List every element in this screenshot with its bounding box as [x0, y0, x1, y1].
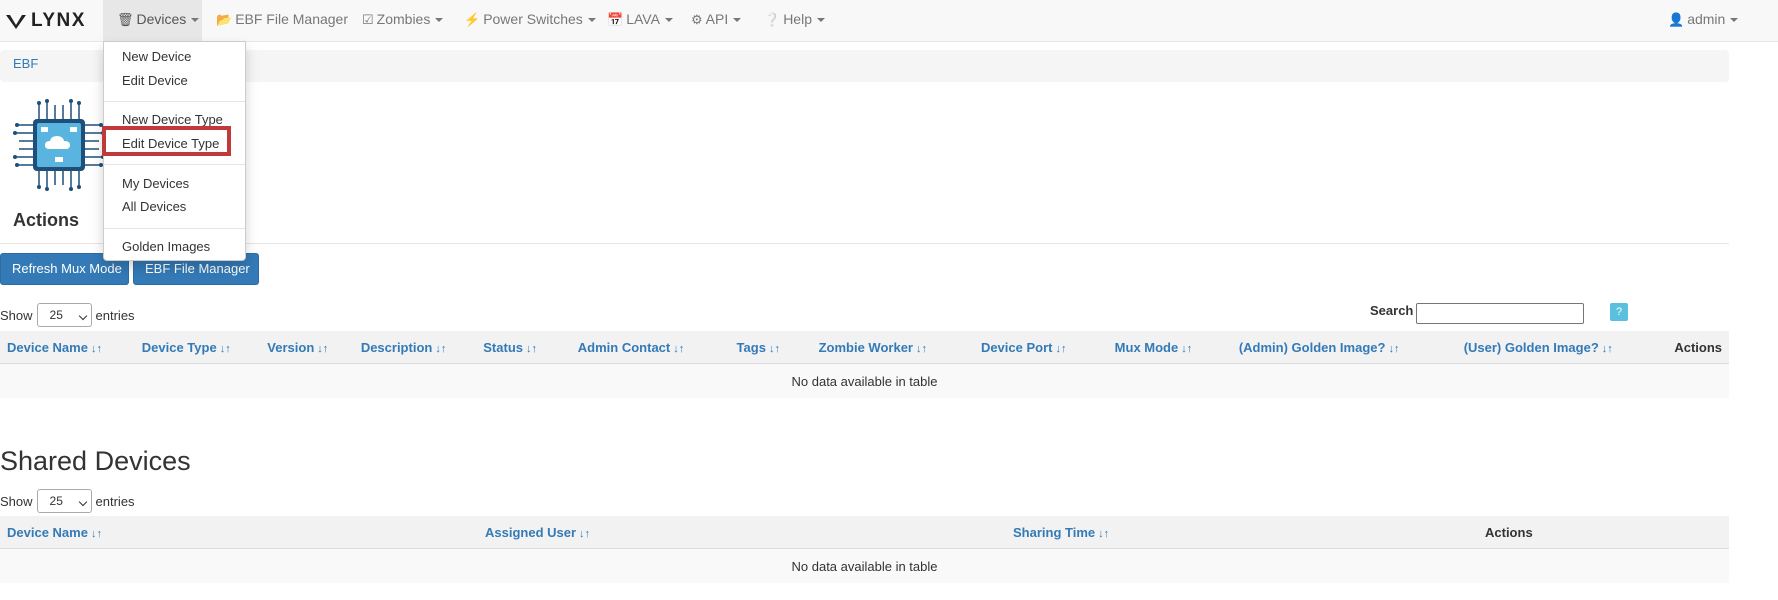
shared-devices-table: Device Name ↓↑ Assigned User ↓↑ Sharing Ti… [0, 516, 1729, 583]
help-button[interactable]: ? [1610, 303, 1628, 321]
check-square-icon: ☑ [362, 12, 374, 27]
sort-icon: ↓↑ [673, 342, 685, 355]
gear-icon: ⚙ [691, 12, 703, 27]
menu-item-edit-device[interactable]: Edit Device [122, 73, 188, 88]
nav-power-switches[interactable]: ⚡ Power Switches [450, 0, 610, 41]
col-user-golden-image[interactable]: (User) Golden Image? ↓↑ [1456, 331, 1668, 364]
menu-divider [104, 101, 245, 102]
menu-item-new-device[interactable]: New Device [122, 49, 191, 64]
search-label: Search [1370, 303, 1414, 318]
caret-down-icon [1730, 18, 1739, 23]
page-size-control: Show 25 entries [0, 303, 135, 327]
menu-item-all-devices[interactable]: All Devices [122, 199, 186, 214]
col-device-type[interactable]: Device Type ↓↑ [134, 331, 261, 364]
table-header-row: Device Name ↓↑ Assigned User ↓↑ Sharing Ti… [0, 516, 1729, 549]
actions-heading: Actions [13, 210, 80, 230]
page-size-select[interactable]: 25 [36, 303, 92, 327]
trash-icon: 🗑 [117, 12, 134, 27]
user-icon: 👤 [1668, 12, 1685, 27]
chevron-down-icon [78, 497, 87, 507]
empty-message: No data available in table [0, 363, 1729, 398]
sort-icon: ↓↑ [1098, 527, 1110, 540]
col-device-port[interactable]: Device Port ↓↑ [973, 331, 1108, 364]
brand-name: LYNX [31, 10, 86, 31]
sort-icon: ↓↑ [317, 342, 329, 355]
divider [0, 243, 1729, 244]
col-actions: Actions [1667, 331, 1729, 364]
menu-item-new-device-type[interactable]: New Device Type [122, 112, 223, 127]
breadcrumb: EBF [0, 50, 1729, 82]
sort-asc-icon: ↓↑ [90, 342, 102, 355]
sort-icon: ↓↑ [435, 342, 447, 355]
nav-user-menu[interactable]: 👤 admin [1654, 0, 1752, 41]
caret-down-icon [733, 18, 742, 23]
shared-devices-title: Shared Devices [0, 446, 191, 476]
menu-item-golden-images[interactable]: Golden Images [122, 239, 210, 254]
sort-icon: ↓↑ [768, 342, 780, 355]
col-device-name[interactable]: Device Name ↓↑ [0, 331, 135, 364]
caret-down-icon [435, 18, 444, 23]
table-header-row: Device Name ↓↑ Device Type ↓↑ Version ↓↑ De… [0, 331, 1729, 364]
chip-icon [13, 99, 105, 191]
sort-icon: ↓↑ [219, 342, 231, 355]
sort-icon: ↓↑ [1055, 342, 1067, 355]
nav-help[interactable]: ❔ Help [750, 0, 839, 41]
col-admin-contact[interactable]: Admin Contact ↓↑ [570, 331, 730, 364]
chevron-down-icon [78, 311, 87, 321]
col-sharing-time[interactable]: Sharing Time ↓↑ [1006, 516, 1478, 549]
sort-icon: ↓↑ [915, 342, 927, 355]
top-navbar: LYNX 🗑 Devices 📂 EBF File Manager ☑ Zombies… [0, 0, 1778, 42]
question-circle-icon: ❔ [764, 12, 781, 27]
caret-down-icon [816, 18, 825, 23]
nav-devices[interactable]: 🗑 Devices [103, 0, 202, 41]
menu-divider [104, 164, 245, 165]
shared-page-size-select[interactable]: 25 [36, 489, 92, 513]
breadcrumb-ebf[interactable]: EBF [13, 56, 38, 71]
col-mux-mode[interactable]: Mux Mode ↓↑ [1107, 331, 1232, 364]
nav-lava[interactable]: 📅 LAVA [593, 0, 687, 41]
nav-zombies[interactable]: ☑ Zombies [348, 0, 457, 41]
bolt-icon: ⚡ [464, 12, 481, 27]
empty-message: No data available in table [0, 548, 1729, 583]
nav-ebf-file-manager[interactable]: 📂 EBF File Manager [202, 0, 362, 41]
col-zombie-worker[interactable]: Zombie Worker ↓↑ [811, 331, 974, 364]
menu-item-my-devices[interactable]: My Devices [122, 176, 189, 191]
table-row: No data available in table [0, 548, 1729, 583]
sort-icon: ↓↑ [526, 342, 537, 355]
col-description[interactable]: Description ↓↑ [353, 331, 477, 364]
search-input[interactable] [1416, 303, 1584, 324]
sort-icon: ↓↑ [1181, 342, 1193, 355]
col-device-name[interactable]: Device Name ↓↑ [0, 516, 478, 549]
sort-icon: ↓↑ [90, 527, 102, 540]
lynx-logo-icon [6, 15, 26, 29]
menu-divider [104, 228, 245, 229]
shared-page-size-control: Show 25 entries [0, 489, 135, 513]
col-version[interactable]: Version ↓↑ [260, 331, 354, 364]
sort-icon: ↓↑ [1601, 342, 1613, 355]
col-actions: Actions [1478, 516, 1729, 549]
col-admin-golden-image[interactable]: (Admin) Golden Image? ↓↑ [1231, 331, 1457, 364]
col-tags[interactable]: Tags ↓↑ [729, 331, 812, 364]
brand-logo[interactable]: LYNX [6, 10, 86, 31]
table-row: No data available in table [0, 363, 1729, 398]
caret-down-icon [664, 18, 673, 23]
devices-table: Device Name ↓↑ Device Type ↓↑ Version ↓↑ De… [0, 331, 1729, 398]
folder-open-icon: 📂 [216, 12, 233, 27]
col-status[interactable]: Status ↓↑ [476, 331, 571, 364]
nav-api[interactable]: ⚙ API [677, 0, 755, 41]
sort-icon: ↓↑ [579, 527, 591, 540]
col-assigned-user[interactable]: Assigned User ↓↑ [478, 516, 1006, 549]
sort-icon: ↓↑ [1388, 342, 1400, 355]
calendar-icon: 📅 [607, 12, 624, 27]
caret-down-icon [191, 18, 200, 23]
highlight-box [102, 126, 231, 156]
